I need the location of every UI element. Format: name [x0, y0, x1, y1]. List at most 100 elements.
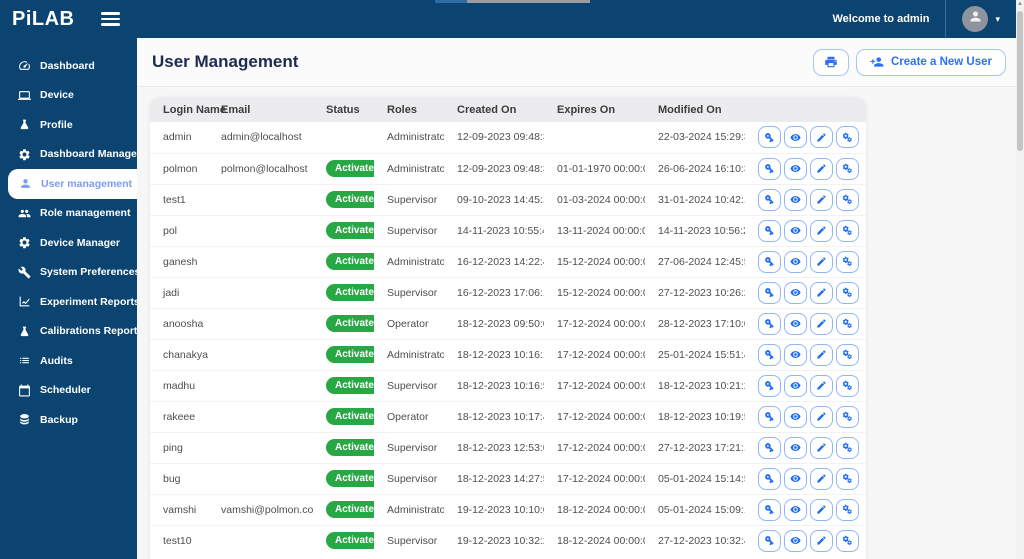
table-row: vamshivamshi@polmon.comActivatedAdminist…	[150, 494, 866, 525]
scrollbar-thumb[interactable]	[1017, 11, 1023, 151]
sidebar-item-system-preferences[interactable]: System Preferences	[0, 258, 137, 288]
reset-password-button[interactable]	[758, 499, 781, 521]
permissions-button[interactable]	[836, 251, 859, 273]
sidebar-item-audits[interactable]: Audits	[0, 346, 137, 376]
vertical-scrollbar[interactable]: ▲	[1016, 0, 1024, 559]
sidebar-item-scheduler[interactable]: Scheduler	[0, 376, 137, 406]
edit-button[interactable]	[810, 313, 833, 335]
topbar-divider	[945, 0, 946, 38]
reset-password-button[interactable]	[758, 126, 781, 148]
edit-button[interactable]	[810, 406, 833, 428]
hamburger-menu-icon[interactable]	[101, 12, 120, 26]
sidebar-item-dashboard[interactable]: Dashboard	[0, 51, 137, 81]
expires-on-cell: 15-12-2024 00:00:00	[544, 277, 645, 308]
reset-password-button[interactable]	[758, 468, 781, 490]
edit-button[interactable]	[810, 530, 833, 552]
permissions-button[interactable]	[836, 468, 859, 490]
create-new-user-button[interactable]: Create a New User	[856, 49, 1006, 76]
sidebar-item-role-management[interactable]: Role management	[0, 199, 137, 229]
reset-password-button[interactable]	[758, 251, 781, 273]
created-on-cell: 09-10-2023 14:45:18	[444, 184, 544, 215]
sidebar-item-backup[interactable]: Backup	[0, 405, 137, 435]
permissions-button[interactable]	[836, 282, 859, 304]
status-badge: Activated	[326, 408, 374, 425]
sidebar-item-user-management[interactable]: User management	[8, 169, 137, 199]
status-badge: Activated	[326, 346, 374, 363]
permissions-button[interactable]	[836, 375, 859, 397]
pencil-icon	[816, 163, 827, 174]
key-icon	[764, 380, 775, 391]
view-button[interactable]	[784, 126, 807, 148]
permissions-button[interactable]	[836, 344, 859, 366]
view-button[interactable]	[784, 313, 807, 335]
edit-button[interactable]	[810, 251, 833, 273]
view-button[interactable]	[784, 468, 807, 490]
view-button[interactable]	[784, 251, 807, 273]
edit-button[interactable]	[810, 158, 833, 180]
reset-password-button[interactable]	[758, 282, 781, 304]
created-on-cell: 16-12-2023 14:22:48	[444, 246, 544, 277]
permissions-button[interactable]	[836, 126, 859, 148]
edit-button[interactable]	[810, 189, 833, 211]
view-button[interactable]	[784, 282, 807, 304]
sidebar-item-device[interactable]: Device	[0, 81, 137, 111]
eye-icon	[790, 411, 801, 422]
status-cell: Activated	[313, 246, 374, 277]
edit-button[interactable]	[810, 468, 833, 490]
sidebar-item-dashboard-manager[interactable]: Dashboard Manager	[0, 140, 137, 170]
actions-cell	[745, 525, 866, 556]
edit-button[interactable]	[810, 282, 833, 304]
edit-button[interactable]	[810, 499, 833, 521]
key-icon	[764, 194, 775, 205]
expires-on-cell	[544, 122, 645, 153]
permissions-button[interactable]	[836, 406, 859, 428]
cogs-icon	[842, 535, 853, 546]
actions-cell	[745, 401, 866, 432]
scroll-up-arrow-icon[interactable]: ▲	[1016, 0, 1024, 9]
status-cell: Activated	[313, 525, 374, 556]
list-icon	[18, 354, 31, 367]
edit-button[interactable]	[810, 344, 833, 366]
view-button[interactable]	[784, 375, 807, 397]
reset-password-button[interactable]	[758, 189, 781, 211]
reset-password-button[interactable]	[758, 220, 781, 242]
print-button[interactable]	[813, 49, 849, 76]
permissions-button[interactable]	[836, 189, 859, 211]
login-name-cell: test1	[150, 184, 208, 215]
sidebar-item-profile[interactable]: Profile	[0, 110, 137, 140]
reset-password-button[interactable]	[758, 313, 781, 335]
view-button[interactable]	[784, 220, 807, 242]
reset-password-button[interactable]	[758, 530, 781, 552]
edit-button[interactable]	[810, 220, 833, 242]
reset-password-button[interactable]	[758, 344, 781, 366]
modified-on-cell: 28-12-2023 17:10:07	[645, 308, 745, 339]
permissions-button[interactable]	[836, 158, 859, 180]
view-button[interactable]	[784, 437, 807, 459]
view-button[interactable]	[784, 499, 807, 521]
sidebar-item-calibrations-report[interactable]: Calibrations Report	[0, 317, 137, 347]
status-cell: Activated	[313, 215, 374, 246]
permissions-button[interactable]	[836, 499, 859, 521]
edit-button[interactable]	[810, 437, 833, 459]
email-cell: vamshi@polmon.com	[208, 494, 313, 525]
reset-password-button[interactable]	[758, 437, 781, 459]
permissions-button[interactable]	[836, 220, 859, 242]
sidebar-item-experiment-reports[interactable]: Experiment Reports	[0, 287, 137, 317]
sidebar-item-device-manager[interactable]: Device Manager	[0, 228, 137, 258]
permissions-button[interactable]	[836, 437, 859, 459]
view-button[interactable]	[784, 189, 807, 211]
user-avatar[interactable]	[962, 6, 988, 32]
reset-password-button[interactable]	[758, 406, 781, 428]
view-button[interactable]	[784, 406, 807, 428]
chevron-down-icon[interactable]: ▾	[995, 14, 1000, 25]
reset-password-button[interactable]	[758, 158, 781, 180]
sidebar-item-label: Calibrations Report	[40, 325, 137, 337]
edit-button[interactable]	[810, 375, 833, 397]
edit-button[interactable]	[810, 126, 833, 148]
reset-password-button[interactable]	[758, 375, 781, 397]
view-button[interactable]	[784, 530, 807, 552]
permissions-button[interactable]	[836, 530, 859, 552]
permissions-button[interactable]	[836, 313, 859, 335]
view-button[interactable]	[784, 344, 807, 366]
view-button[interactable]	[784, 158, 807, 180]
